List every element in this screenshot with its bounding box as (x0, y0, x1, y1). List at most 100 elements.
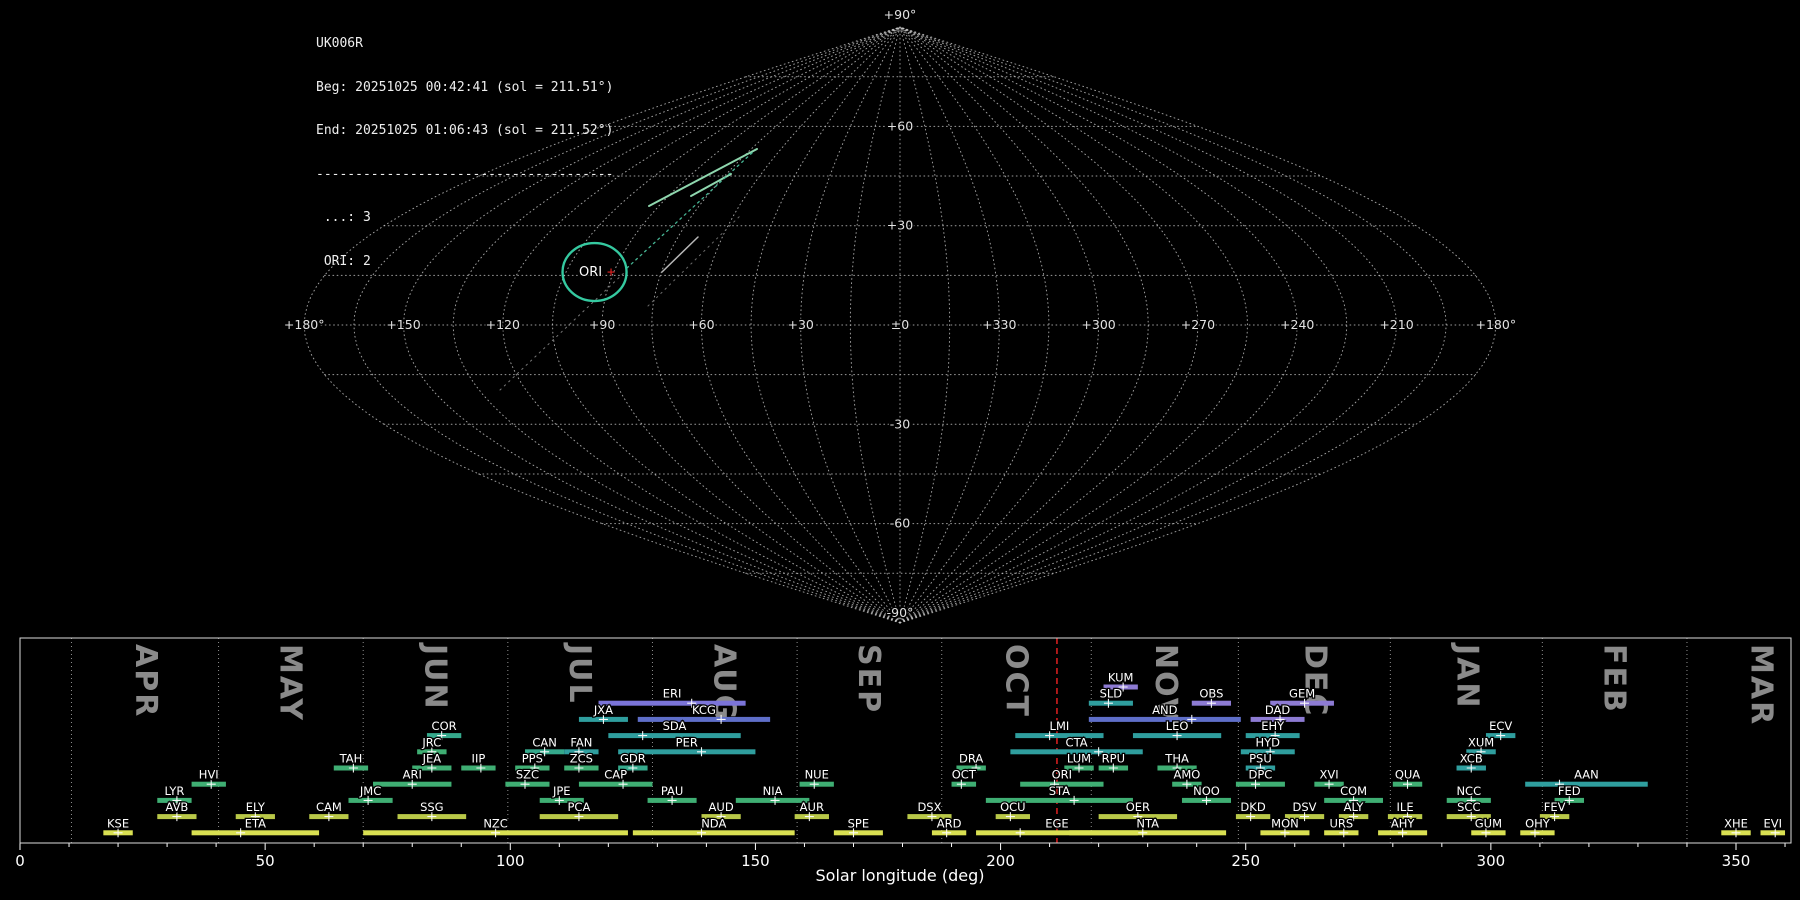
shower-label-CTA: CTA (1066, 735, 1088, 749)
separator: -------------------------------------- (316, 166, 614, 182)
shower-label-STA: STA (1049, 784, 1070, 798)
shower-label-URS: URS (1329, 816, 1353, 830)
shower-label-HVI: HVI (199, 768, 219, 782)
declination-label: -30 (890, 416, 910, 431)
ra-label: +240 (1280, 317, 1314, 332)
shower-label-AHY: AHY (1391, 816, 1416, 830)
shower-label-ARI: ARI (403, 768, 422, 782)
count-other: ...: 3 (316, 210, 371, 225)
shower-label-FEV: FEV (1544, 800, 1566, 814)
meteor-trail (626, 151, 754, 269)
shower-label-CAM: CAM (316, 800, 342, 814)
shower-label-JEA: JEA (422, 752, 442, 766)
month-label: SEP (851, 644, 886, 714)
shower-label-AUR: AUR (800, 800, 824, 814)
ra-label: +60 (688, 317, 714, 332)
shower-label-AND: AND (1152, 703, 1177, 717)
shower-label-PER: PER (676, 735, 698, 749)
shower-label-QUA: QUA (1395, 768, 1420, 782)
shower-label-LUM: LUM (1067, 752, 1091, 766)
shower-label-SZC: SZC (516, 768, 539, 782)
shower-label-NOO: NOO (1193, 784, 1220, 798)
meteor-trail (661, 236, 699, 273)
shower-bar-CAP (578, 781, 653, 787)
shower-label-AVB: AVB (165, 800, 188, 814)
shower-label-JRC: JRC (421, 735, 441, 749)
ra-label: +180° (284, 317, 325, 332)
month-label: MAY (273, 644, 308, 722)
ra-label: ±0 (891, 317, 909, 332)
shower-label-SDA: SDA (663, 719, 687, 733)
shower-label-EVI: EVI (1764, 816, 1783, 830)
ra-label: +270 (1181, 317, 1215, 332)
shower-label-JXA: JXA (593, 703, 613, 717)
shower-label-MON: MON (1271, 816, 1299, 830)
shower-label-DRA: DRA (959, 752, 983, 766)
month-label: OCT (998, 644, 1033, 718)
shower-bar-NDA (632, 830, 795, 836)
shower-label-GEM: GEM (1289, 687, 1315, 701)
shower-label-NIA: NIA (763, 784, 783, 798)
shower-label-NUE: NUE (805, 768, 829, 782)
shower-label-IIP: IIP (472, 752, 486, 766)
declination-label: +60 (887, 118, 913, 133)
info-panel: UK006R Beg: 20251025 00:42:41 (sol = 211… (316, 8, 613, 298)
shower-label-SPE: SPE (848, 816, 870, 830)
timeline-chart: APR MAY JUN JUL AUG SEP OCT NOV DEC JAN FEB MARKUME… (15, 637, 1792, 870)
shower-label-RPU: RPU (1102, 752, 1125, 766)
shower-bar-SPE (833, 830, 883, 836)
shower-label-XUM: XUM (1468, 735, 1494, 749)
shower-label-DSX: DSX (917, 800, 941, 814)
shower-bar-DPC (1235, 781, 1285, 787)
shower-bar-LMI (1015, 733, 1104, 739)
shower-label-FAN: FAN (570, 735, 592, 749)
shower-label-OER: OER (1126, 800, 1150, 814)
month-label: FEB (1596, 644, 1631, 714)
meteor-trail (647, 213, 743, 307)
shower-label-PSU: PSU (1249, 752, 1272, 766)
shower-bar-ETA (191, 830, 320, 836)
ra-label: +30 (788, 317, 814, 332)
shower-label-AAN: AAN (1574, 768, 1599, 782)
shower-label-EGE: EGE (1045, 816, 1068, 830)
shower-label-OCU: OCU (1000, 800, 1026, 814)
shower-label-SLD: SLD (1100, 687, 1123, 701)
shower-label-DPC: DPC (1249, 768, 1273, 782)
sky-map: +90° +60 +30 -30 -60 -90° +180° +150 +120 +90 +60 +… (282, 6, 1518, 624)
shower-label-HYD: HYD (1256, 735, 1281, 749)
shower-label-TAH: TAH (339, 752, 363, 766)
shower-label-AUD: AUD (709, 800, 734, 814)
declination-label: +90° (884, 7, 917, 22)
month-label: MAR (1744, 644, 1779, 726)
shower-label-LEO: LEO (1166, 719, 1189, 733)
shower-label-NCC: NCC (1456, 784, 1481, 798)
shower-label-NDA: NDA (701, 816, 726, 830)
ra-label: +330 (982, 317, 1016, 332)
shower-label-CAN: CAN (532, 735, 557, 749)
shower-bar-KCG (637, 716, 771, 722)
shower-label-NZC: NZC (483, 816, 508, 830)
shower-label-AMO: AMO (1173, 768, 1200, 782)
declination-label: +30 (887, 218, 913, 233)
shower-label-KCG: KCG (692, 703, 716, 717)
count-ori: ORI: 2 (316, 253, 371, 269)
shower-label-NTA: NTA (1136, 816, 1159, 830)
shower-label-PPS: PPS (522, 752, 543, 766)
ra-label: +210 (1379, 317, 1413, 332)
shower-label-ERI: ERI (663, 687, 682, 701)
shower-label-DSV: DSV (1293, 800, 1317, 814)
shower-label-THA: THA (1164, 752, 1189, 766)
ra-label: +150 (386, 317, 420, 332)
shower-label-XCB: XCB (1460, 752, 1483, 766)
shower-label-ETA: ETA (245, 816, 266, 830)
shower-label-COR: COR (432, 719, 457, 733)
x-axis-label: Solar longitude (deg) (815, 866, 985, 885)
shower-bar-NTA (1069, 830, 1227, 836)
shower-label-JMC: JMC (359, 784, 381, 798)
ra-label: +180° (1476, 317, 1517, 332)
shower-label-PCA: PCA (568, 800, 591, 814)
shower-label-SSG: SSG (420, 800, 444, 814)
shower-label-KSE: KSE (107, 816, 129, 830)
shower-label-FED: FED (1558, 784, 1581, 798)
shower-label-ARD: ARD (937, 816, 962, 830)
